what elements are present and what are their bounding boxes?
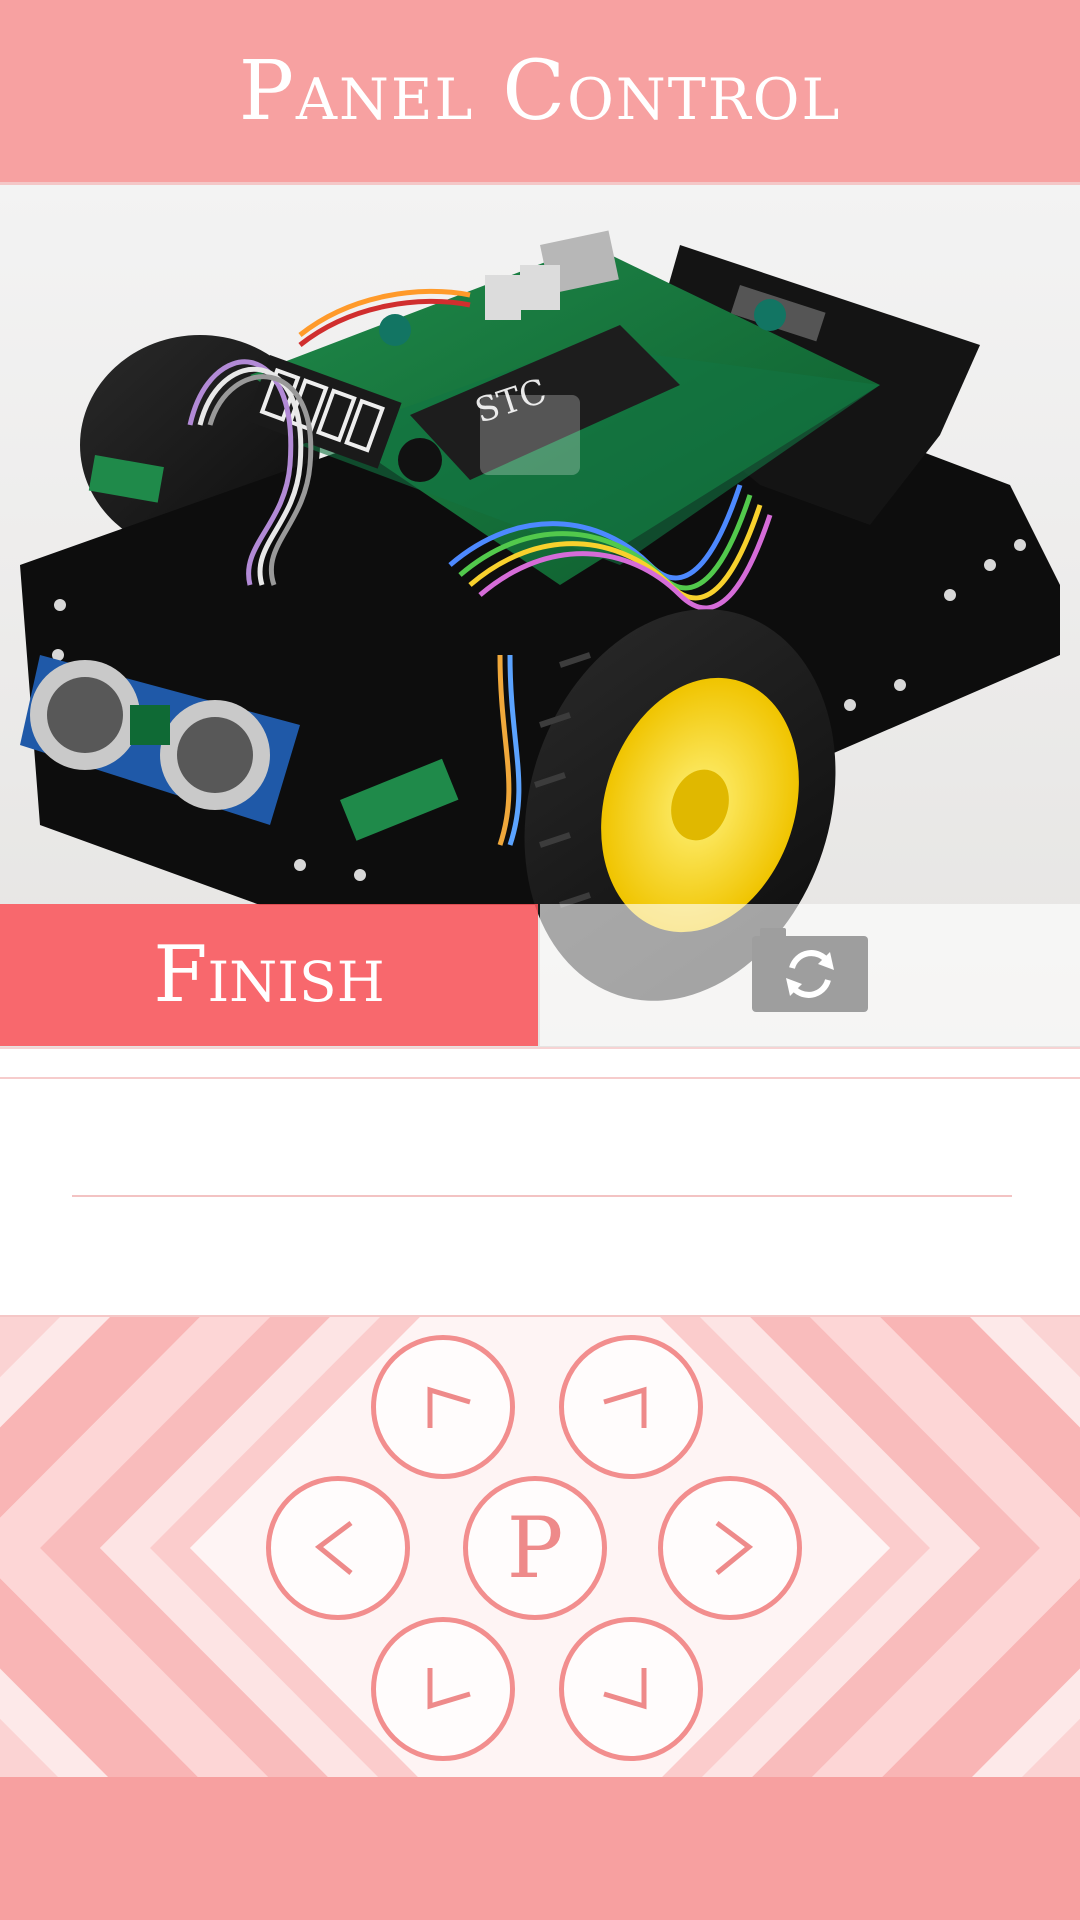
page-title: Panel Control <box>238 43 842 139</box>
forward-right-arrow-icon <box>603 1386 647 1428</box>
camera-switch-icon[interactable] <box>752 926 868 1012</box>
forward-left-arrow-icon <box>427 1386 471 1428</box>
finish-button[interactable]: Finish <box>0 904 538 1046</box>
forward-left-button[interactable] <box>371 1335 515 1479</box>
footer-bar <box>0 1777 1080 1920</box>
left-button[interactable] <box>266 1476 410 1620</box>
header-bar: Panel Control <box>0 0 1080 185</box>
back-left-button[interactable] <box>371 1617 515 1761</box>
park-label: P <box>506 1499 564 1597</box>
top-divider <box>0 1077 1080 1079</box>
status-area <box>0 1047 1080 1317</box>
park-button[interactable]: P <box>463 1476 607 1620</box>
left-arrow-icon <box>314 1521 353 1575</box>
divider-line <box>72 1195 1012 1197</box>
back-left-arrow-icon <box>427 1668 471 1710</box>
back-right-arrow-icon <box>603 1668 647 1710</box>
right-button[interactable] <box>658 1476 802 1620</box>
forward-right-button[interactable] <box>559 1335 703 1479</box>
back-right-button[interactable] <box>559 1617 703 1761</box>
right-arrow-icon <box>715 1521 754 1575</box>
